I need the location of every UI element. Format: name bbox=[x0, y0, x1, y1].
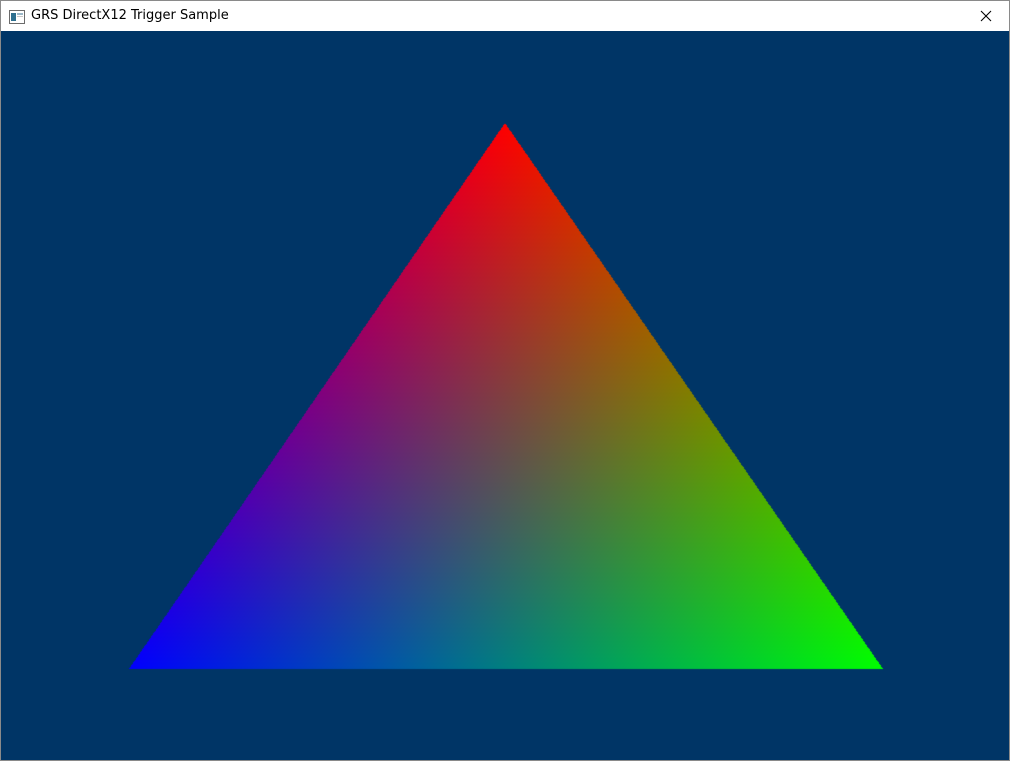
close-icon bbox=[980, 10, 992, 22]
render-viewport[interactable] bbox=[1, 31, 1009, 760]
title-bar[interactable]: GRS DirectX12 Trigger Sample bbox=[1, 1, 1009, 31]
app-window: GRS DirectX12 Trigger Sample bbox=[0, 0, 1010, 761]
rgb-triangle bbox=[1, 31, 1009, 760]
close-button[interactable] bbox=[963, 1, 1009, 31]
app-window-icon[interactable] bbox=[9, 9, 25, 24]
window-title: GRS DirectX12 Trigger Sample bbox=[31, 8, 229, 23]
